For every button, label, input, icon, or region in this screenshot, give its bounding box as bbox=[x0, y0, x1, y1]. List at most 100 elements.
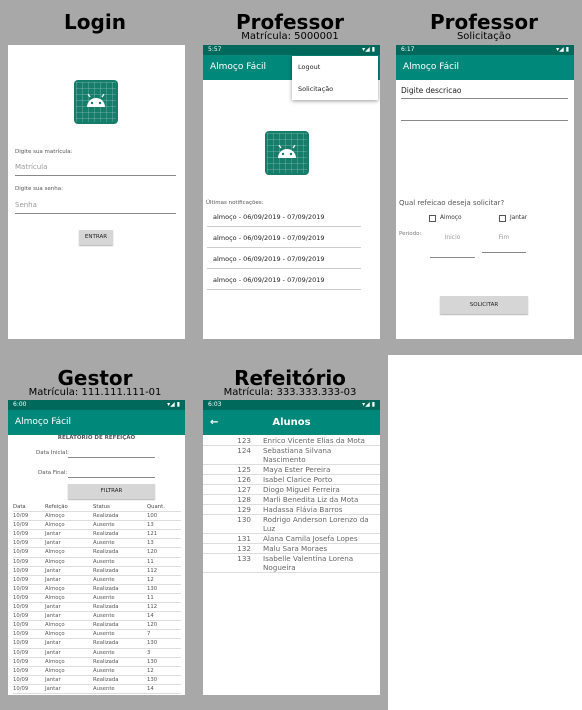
table-row: 10/09 Jantar Ausente 12 bbox=[13, 576, 181, 585]
status-icons: ▾◢ ▮ bbox=[167, 401, 180, 408]
table-cell: Ausente bbox=[93, 667, 115, 674]
login-title: Login bbox=[64, 10, 126, 34]
fim-input[interactable]: Fim bbox=[482, 234, 526, 253]
table-cell: Almoço bbox=[45, 667, 65, 674]
table-cell: Realizada bbox=[93, 604, 119, 611]
table-cell: 10/09 bbox=[13, 522, 29, 529]
overflow-menu: Logout Solicitação bbox=[292, 56, 378, 100]
professor2-subtitle: Solicitação bbox=[456, 31, 512, 42]
table-row: 10/09 Jantar Ausente 13 bbox=[13, 539, 181, 549]
list-item[interactable]: 129 Hadassa Flávia Barros bbox=[203, 505, 380, 515]
table-row: 10/09 Jantar Realizada 121 bbox=[13, 530, 181, 540]
table-row: 10/09 Almoço Ausente 12 bbox=[13, 667, 181, 676]
menu-item-logout[interactable]: Logout bbox=[292, 56, 378, 78]
list-item[interactable]: 132 Malu Sara Moraes bbox=[203, 544, 380, 554]
list-item[interactable]: 123 Enrico Vicente Elias da Mota bbox=[203, 436, 380, 446]
table-cell: 10/09 bbox=[13, 531, 29, 538]
student-name: Sebastiana Silvana Nascimento bbox=[263, 446, 332, 464]
table-cell: Realizada bbox=[93, 658, 119, 665]
student-id: 126 bbox=[237, 475, 251, 484]
jantar-checkbox[interactable] bbox=[499, 215, 506, 222]
table-cell: Almoço bbox=[45, 549, 65, 556]
status-bar: 6:03 ▾◢ ▮ bbox=[203, 400, 380, 410]
table-cell: Realizada bbox=[93, 513, 119, 520]
table-row: 10/09 Almoço Realizada 100 bbox=[13, 512, 181, 522]
notification-item[interactable]: almoço - 06/09/2019 - 07/09/2019 bbox=[207, 271, 361, 290]
table-row: 10/09 Almoço Realizada 120 bbox=[13, 548, 181, 558]
student-name: Isabelle Valentina Lorena Nogueira bbox=[263, 554, 354, 572]
table-cell: 112 bbox=[147, 567, 158, 574]
table-cell: Realizada bbox=[93, 549, 119, 556]
descricao-input[interactable]: Digite descricao bbox=[401, 86, 568, 99]
data-inicial-input[interactable] bbox=[68, 446, 155, 458]
back-arrow-icon[interactable]: ← bbox=[210, 410, 218, 435]
list-item[interactable]: 133 Isabelle Valentina Lorena Nogueira bbox=[203, 554, 380, 573]
student-id: 125 bbox=[237, 465, 251, 474]
notification-item[interactable]: almoço - 06/09/2019 - 07/09/2019 bbox=[207, 208, 361, 227]
login-screen: Digite sua matrícula: Matrícula Digite s… bbox=[8, 45, 185, 339]
table-cell: 10/09 bbox=[13, 631, 29, 638]
report-table: Data Refeição Status Quant. 10/09 Almoço R… bbox=[13, 503, 181, 694]
professor-subtitle: Matrícula: 5000001 bbox=[241, 31, 339, 42]
inicio-input[interactable]: Inicio bbox=[430, 234, 475, 258]
filtrar-button[interactable]: FILTRAR bbox=[68, 484, 155, 499]
list-item[interactable]: 130 Rodrigo Anderson Lorenzo da Luz bbox=[203, 515, 380, 534]
table-cell: 14 bbox=[147, 685, 154, 692]
status-time: 6:17 bbox=[401, 46, 415, 53]
table-cell: 14 bbox=[147, 613, 154, 620]
solicitar-button[interactable]: SOLICITAR bbox=[440, 296, 528, 314]
table-cell: Almoço bbox=[45, 631, 65, 638]
entrar-button[interactable]: ENTRAR bbox=[79, 230, 113, 245]
table-cell: Ausente bbox=[93, 613, 115, 620]
table-cell: Ausente bbox=[93, 576, 115, 583]
student-id: 127 bbox=[237, 485, 251, 494]
list-item[interactable]: 131 Alana Camila Josefa Lopes bbox=[203, 534, 380, 544]
table-cell: 120 bbox=[147, 549, 158, 556]
student-name: Diogo Miguel Ferreira bbox=[263, 485, 340, 494]
student-name: Hadassa Flávia Barros bbox=[263, 505, 343, 514]
table-row: 10/09 Jantar Realizada 130 bbox=[13, 676, 181, 685]
table-cell: 100 bbox=[147, 513, 158, 520]
table-cell: 10/09 bbox=[13, 585, 29, 592]
student-id: 131 bbox=[237, 534, 251, 543]
list-item[interactable]: 127 Diogo Miguel Ferreira bbox=[203, 485, 380, 495]
refeitorio-subtitle: Matrícula: 333.333.333-03 bbox=[223, 387, 357, 398]
refeicao-question: Qual refeicao deseja solicitar? bbox=[399, 199, 505, 207]
table-row: 10/09 Almoço Realizada 120 bbox=[13, 621, 181, 631]
senha-input[interactable]: Senha bbox=[15, 201, 176, 214]
notification-item[interactable]: almoço - 06/09/2019 - 07/09/2019 bbox=[207, 250, 361, 269]
table-cell: 130 bbox=[147, 585, 158, 592]
table-cell: Jantar bbox=[45, 540, 61, 547]
table-cell: 10/09 bbox=[13, 549, 29, 556]
table-cell: Almoço bbox=[45, 522, 65, 529]
list-item[interactable]: 125 Maya Ester Pereira bbox=[203, 465, 380, 475]
status-icons: ▾◢ ▮ bbox=[362, 46, 375, 53]
table-cell: 10/09 bbox=[13, 649, 29, 656]
matricula-input[interactable]: Matrícula bbox=[15, 163, 176, 176]
table-cell: Realizada bbox=[93, 531, 119, 538]
student-id: 132 bbox=[237, 544, 251, 553]
almoco-checkbox[interactable] bbox=[429, 215, 436, 222]
list-item[interactable]: 128 Marli Benedita Liz da Mota bbox=[203, 495, 380, 505]
table-cell: 10/09 bbox=[13, 622, 29, 629]
table-cell: Jantar bbox=[45, 531, 61, 538]
table-cell: 130 bbox=[147, 658, 158, 665]
table-cell: 11 bbox=[147, 594, 154, 601]
table-cell: Realizada bbox=[93, 567, 119, 574]
refeitorio-screen: 6:03 ▾◢ ▮ ← Alunos 123 Enrico Vicente Elia… bbox=[203, 400, 380, 695]
list-item[interactable]: 124 Sebastiana Silvana Nascimento bbox=[203, 446, 380, 465]
descricao-input-2[interactable] bbox=[401, 108, 568, 121]
table-cell: 11 bbox=[147, 558, 154, 565]
notification-item[interactable]: almoço - 06/09/2019 - 07/09/2019 bbox=[207, 229, 361, 248]
report-title: RELATÓRIO DE REFEIÇÃO bbox=[57, 435, 136, 441]
app-title: Almoço Fácil bbox=[403, 62, 460, 72]
student-name: Enrico Vicente Elias da Mota bbox=[263, 436, 365, 445]
status-bar: 5:57 ▾◢ ▮ bbox=[203, 45, 380, 55]
menu-item-solicitacao[interactable]: Solicitação bbox=[292, 78, 378, 100]
solicitacao-screen: 6:17 ▾◢ ▮ Almoço Fácil Digite descricao Q… bbox=[396, 45, 574, 339]
data-final-input[interactable] bbox=[68, 466, 155, 478]
table-cell: Jantar bbox=[45, 604, 61, 611]
list-item[interactable]: 126 Isabel Clarice Porto bbox=[203, 475, 380, 485]
student-id: 129 bbox=[237, 505, 251, 514]
table-cell: 13 bbox=[147, 540, 154, 547]
